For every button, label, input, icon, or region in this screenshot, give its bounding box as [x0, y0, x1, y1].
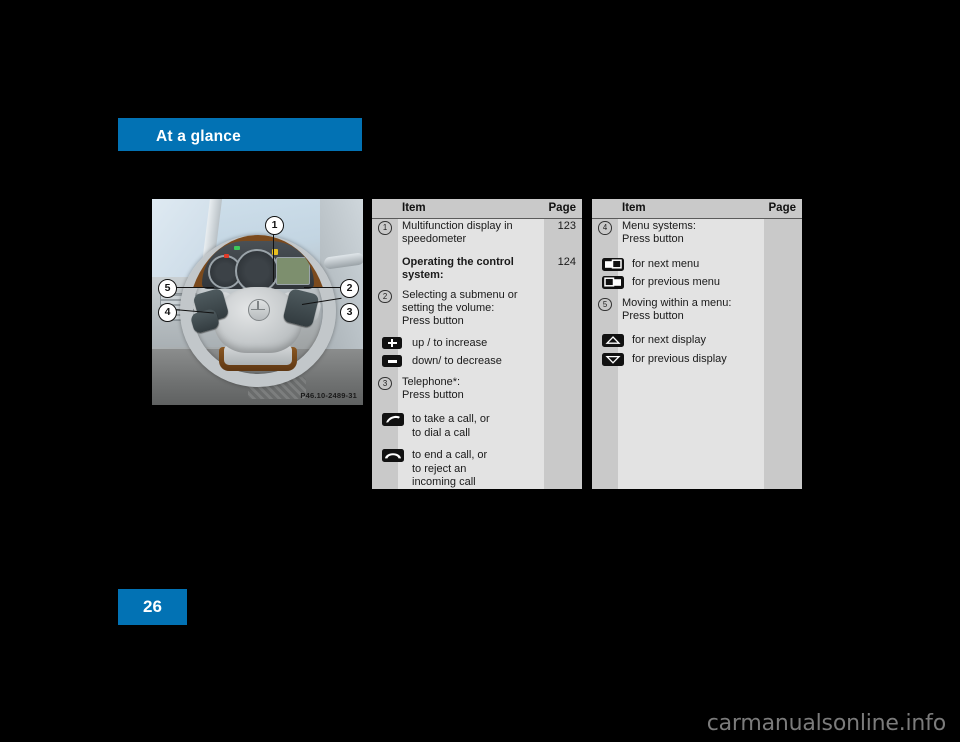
column-header-item: Item — [402, 202, 426, 214]
indicator-lamp-green-icon — [234, 246, 240, 250]
table-header-row-right: Item Page — [592, 199, 802, 219]
item-number-cell: 1 — [372, 219, 398, 235]
callout-line-5 — [174, 287, 214, 289]
steering-wheel-figure: 1 2 3 5 4 P46.10-2489-31 — [152, 199, 363, 405]
icon-description: to end a call, or to reject an incoming ca… — [412, 449, 488, 489]
table-header-row-left: Item Page — [372, 199, 582, 219]
page-ref-cell: 124 — [557, 255, 576, 268]
row-spacer — [372, 403, 582, 410]
table-row: Operating the control system: 124 — [372, 255, 582, 284]
item-number-cell — [372, 255, 398, 257]
minus-button-icon — [382, 355, 402, 368]
icon-description: for previous display — [632, 352, 727, 365]
item-text-cell: Telephone*: Press button — [402, 375, 464, 402]
indicator-lamp-red-icon — [224, 254, 229, 258]
icon-description: for next menu — [632, 257, 700, 270]
icon-slot — [372, 448, 412, 463]
column-header-page: Page — [548, 202, 577, 214]
callout-number-badge: 5 — [598, 297, 612, 312]
item-number-cell: 4 — [592, 219, 618, 235]
icon-slot — [372, 336, 412, 349]
icon-description: to take a call, or to dial a call — [412, 413, 490, 439]
previous-menu-icon — [602, 276, 624, 290]
item-number-cell: 5 — [592, 296, 618, 312]
icon-row: down/ to decrease — [372, 352, 582, 370]
figure-callout-1: 1 — [265, 216, 284, 235]
icon-slot — [592, 257, 632, 271]
next-menu-icon — [602, 257, 624, 271]
page-title: At a glance — [156, 128, 241, 145]
item-text-cell: Menu systems: Press button — [622, 220, 696, 246]
page-ref-cell: 123 — [557, 220, 576, 232]
item-number-cell: 3 — [372, 375, 398, 391]
figure-callout-2: 2 — [340, 279, 359, 298]
plus-button-icon — [382, 336, 402, 349]
item-text-cell: Multifunction display in speedometer — [402, 220, 513, 246]
phone-pickup-icon — [382, 413, 404, 427]
item-text-cell: Selecting a submenu or setting the volume… — [402, 288, 518, 328]
table-row: 5 Moving within a menu: Press button — [592, 296, 802, 325]
page-number-label: 26 — [143, 597, 162, 616]
page-ref-cell — [544, 288, 582, 290]
icon-slot — [372, 354, 412, 368]
table-body-right: 4 Menu systems: Press button for next men… — [592, 219, 802, 368]
page-number-badge: 26 — [118, 589, 187, 625]
icon-row: up / to increase — [372, 334, 582, 352]
callout-line-2 — [304, 287, 342, 289]
icon-slot — [372, 412, 412, 427]
page-ref-cell — [544, 375, 582, 377]
icon-row: to take a call, or to dial a call — [372, 410, 582, 442]
site-watermark: carmanualsonline.info — [706, 711, 946, 736]
column-header-page: Page — [768, 202, 797, 214]
table-row: 4 Menu systems: Press button — [592, 219, 802, 248]
icon-row: to end a call, or to reject an incoming ca… — [372, 446, 582, 491]
icon-description: for next display — [632, 334, 706, 347]
icon-slot — [592, 333, 632, 348]
figure-callout-3: 3 — [340, 303, 359, 322]
icon-description: down/ to decrease — [412, 355, 502, 368]
icon-row: for previous menu — [592, 273, 802, 291]
icon-row: for next menu — [592, 255, 802, 273]
callout-number-badge: 2 — [378, 289, 392, 304]
table-row: 3 Telephone*: Press button — [372, 375, 582, 404]
icon-description: up / to increase — [412, 336, 488, 349]
column-header-item: Item — [622, 202, 646, 214]
figure-callout-5: 5 — [158, 279, 177, 298]
item-number-cell: 2 — [372, 288, 398, 304]
reference-table-right: Item Page 4 Menu systems: Press button fo… — [592, 199, 802, 489]
up-arrow-icon — [602, 334, 624, 348]
reference-table-left: Item Page 1 Multifunction display in spee… — [372, 199, 582, 489]
multifunction-display-screen — [276, 257, 310, 285]
callout-number-badge: 3 — [378, 376, 392, 391]
row-spacer — [372, 248, 582, 255]
down-arrow-icon — [602, 352, 624, 366]
table-body-left: 1 Multifunction display in speedometer 12… — [372, 219, 582, 492]
callout-line-1 — [273, 234, 275, 282]
icon-row: for next display — [592, 331, 802, 349]
item-text-cell: Operating the control system: — [402, 255, 514, 282]
figure-reference-code: P46.10-2489-31 — [300, 391, 357, 400]
item-text-cell: Moving within a menu: Press button — [622, 296, 732, 323]
icon-slot — [592, 352, 632, 366]
page-ref-cell — [764, 219, 802, 221]
mercedes-star-logo-icon — [248, 299, 270, 321]
icon-slot — [592, 275, 632, 290]
phone-hangup-icon — [382, 449, 404, 463]
icon-row: for previous display — [592, 350, 802, 368]
row-spacer — [592, 324, 802, 331]
table-row: 1 Multifunction display in speedometer 12… — [372, 219, 582, 248]
table-row: 2 Selecting a submenu or setting the volu… — [372, 288, 582, 330]
icon-description: for previous menu — [632, 276, 721, 289]
callout-number-badge: 1 — [378, 221, 392, 235]
callout-number-badge: 4 — [598, 221, 612, 235]
row-spacer — [592, 248, 802, 255]
page-ref-cell — [764, 296, 802, 298]
figure-callout-4: 4 — [158, 303, 177, 322]
